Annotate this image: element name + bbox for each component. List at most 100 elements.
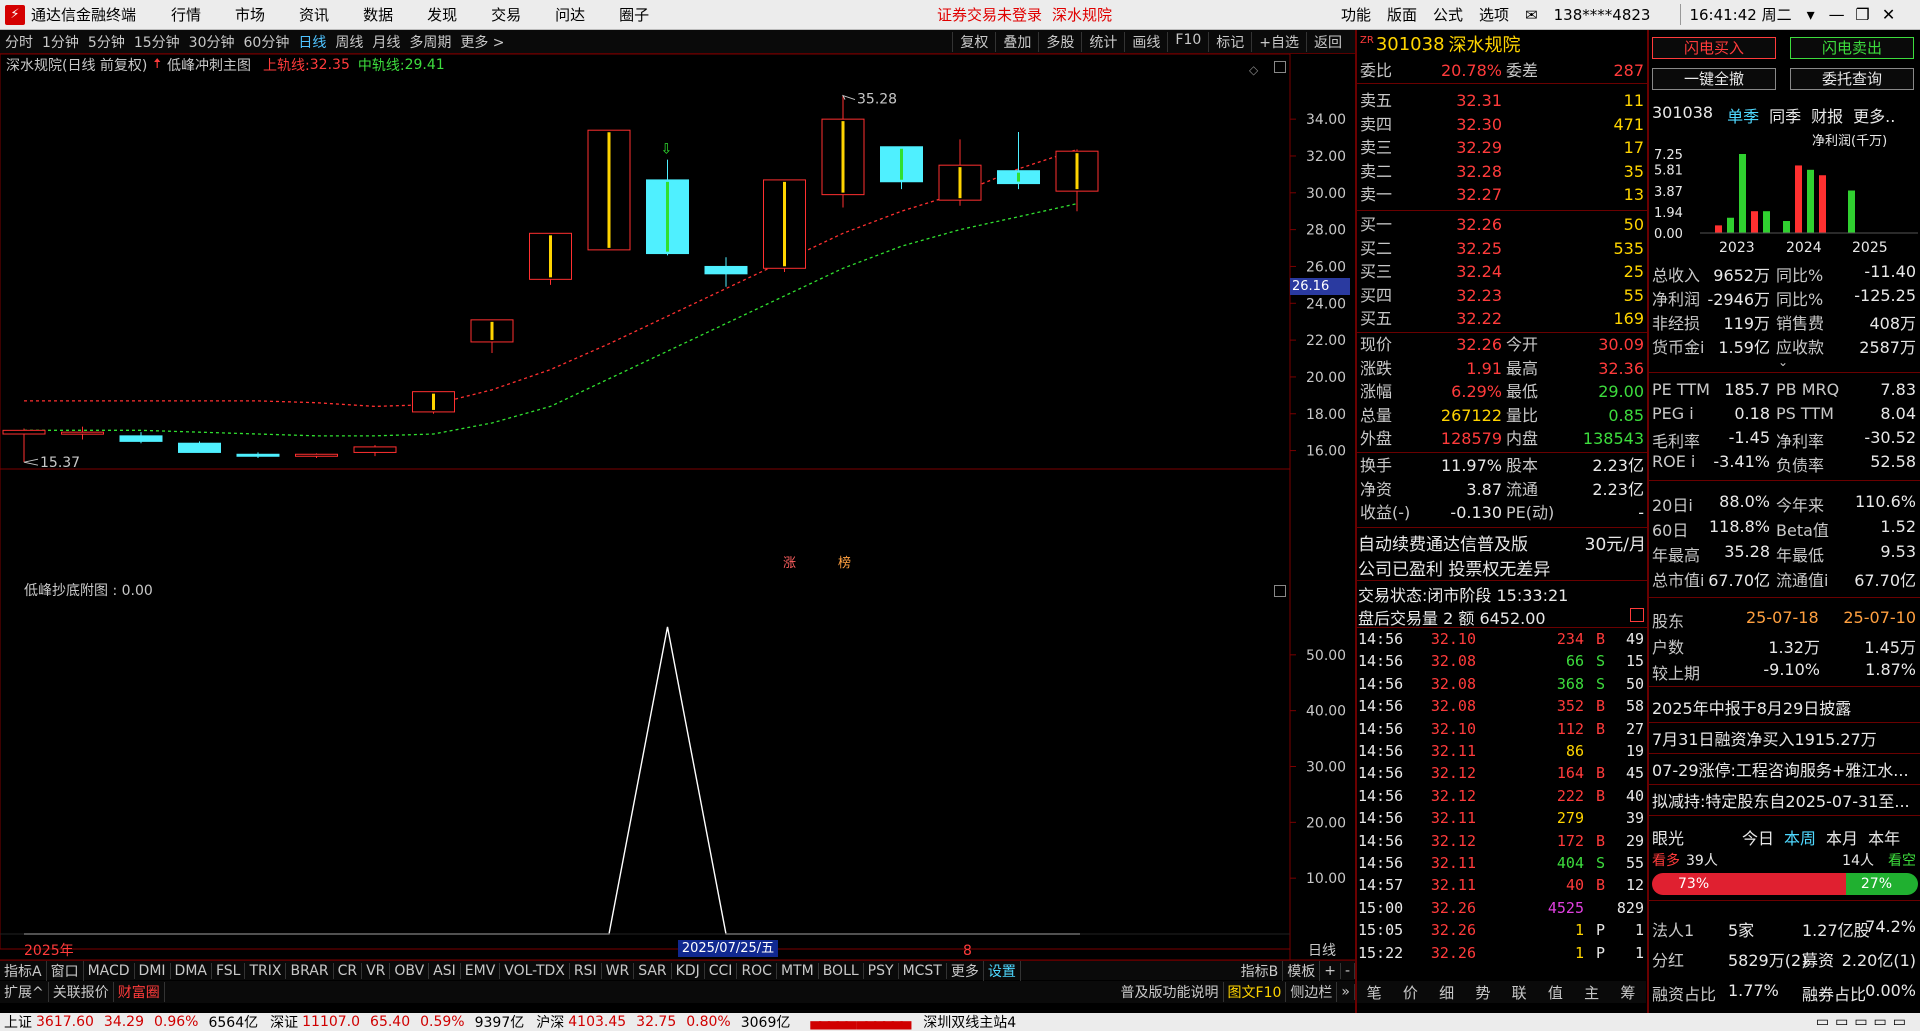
menu-news[interactable]: 资讯 bbox=[299, 4, 329, 25]
news-item-1[interactable]: 7月31日融资净买入1915.27万 bbox=[1652, 726, 1918, 750]
period-60min[interactable]: 60分钟 bbox=[244, 32, 290, 52]
minimize-icon[interactable]: — bbox=[1824, 5, 1850, 24]
period-5min[interactable]: 5分钟 bbox=[88, 32, 125, 52]
quote-tab-2[interactable]: 细 bbox=[1433, 982, 1460, 1003]
indicator-tab-13[interactable]: VOL-TDX bbox=[500, 962, 570, 979]
indicator-tab-23[interactable]: MCST bbox=[899, 962, 947, 979]
news-item-2[interactable]: 07-29涨停:工程咨询服务+雅江水... bbox=[1652, 757, 1918, 781]
flash-buy-button[interactable]: 闪电买入 bbox=[1652, 37, 1776, 59]
menu-data[interactable]: 数据 bbox=[363, 4, 393, 25]
indicator-tab-0[interactable]: 指标A bbox=[0, 960, 47, 981]
ad-price[interactable]: 30元/月 bbox=[1585, 530, 1646, 555]
indicator-tab-17[interactable]: KDJ bbox=[672, 962, 705, 979]
expand-icon[interactable] bbox=[1630, 608, 1644, 622]
indicator-tab-1[interactable]: 窗口 bbox=[47, 960, 84, 981]
indicator-tab-12[interactable]: EMV bbox=[461, 962, 501, 979]
indicator-tab-20[interactable]: MTM bbox=[777, 962, 819, 979]
eye-tab-2[interactable]: 本月 bbox=[1826, 825, 1858, 848]
news-item-3[interactable]: 拟减持:特定股东自2025-07-31至... bbox=[1652, 788, 1918, 812]
fin-tab-3[interactable]: 更多.. bbox=[1853, 103, 1895, 126]
sidebar-arrow-icon[interactable]: » bbox=[1337, 984, 1355, 1000]
fin-tab-2[interactable]: 财报 bbox=[1811, 103, 1843, 126]
menu-circle[interactable]: 圈子 bbox=[619, 4, 649, 25]
indicator-tab-25[interactable]: 设置 bbox=[984, 960, 1021, 981]
period-more[interactable]: 更多 > bbox=[460, 32, 504, 52]
quote-tab-4[interactable]: 联 bbox=[1506, 982, 1533, 1003]
quote-tab-5[interactable]: 值 bbox=[1542, 982, 1569, 1003]
menu-quotes[interactable]: 行情 bbox=[171, 4, 201, 25]
indicator-right-0[interactable]: 指标B bbox=[1237, 960, 1284, 981]
expand-chevron-icon[interactable]: ⌄ bbox=[1778, 355, 1788, 369]
ad-text[interactable]: 自动续费通达信普及版 bbox=[1358, 530, 1528, 555]
menu-options[interactable]: 选项 bbox=[1479, 4, 1509, 25]
tool-statistics[interactable]: 统计 bbox=[1081, 31, 1124, 52]
tab-sidebar[interactable]: 侧边栏 bbox=[1286, 982, 1338, 1002]
menu-ask[interactable]: 问达 bbox=[555, 4, 585, 25]
indicator-tab-2[interactable]: MACD bbox=[84, 962, 135, 979]
indicator-right-3[interactable]: - bbox=[1341, 962, 1355, 979]
stock-code[interactable]: 301038 bbox=[1376, 34, 1445, 55]
tab-expand[interactable]: 扩展^ bbox=[0, 982, 49, 1002]
eye-tab-1[interactable]: 本周 bbox=[1784, 825, 1816, 848]
period-weekly[interactable]: 周线 bbox=[335, 32, 363, 52]
indicator-tab-15[interactable]: WR bbox=[602, 962, 635, 979]
quote-tab-7[interactable]: 筹 bbox=[1614, 982, 1641, 1003]
tool-mark[interactable]: 标记 bbox=[1208, 31, 1251, 52]
stock-name[interactable]: 深水规院 bbox=[1449, 31, 1521, 57]
profit-bar-chart[interactable]: 7.255.81 3.87 1.94 0.00 2023 2024 2025 bbox=[1652, 128, 1918, 258]
period-timeshare[interactable]: 分时 bbox=[5, 32, 33, 52]
chart-diamond-icon[interactable]: ◇ bbox=[1249, 63, 1258, 77]
fin-tab-0[interactable]: 单季 bbox=[1727, 103, 1759, 126]
sh-index[interactable]: 3617.60 bbox=[36, 1014, 94, 1030]
indicator-tab-7[interactable]: BRAR bbox=[286, 962, 334, 979]
tool-restore-rights[interactable]: 复权 bbox=[952, 31, 995, 52]
tool-add-watchlist[interactable]: +自选 bbox=[1251, 31, 1306, 52]
indicator-tab-19[interactable]: ROC bbox=[737, 962, 777, 979]
period-daily[interactable]: 日线 bbox=[298, 32, 326, 52]
period-1min[interactable]: 1分钟 bbox=[42, 32, 79, 52]
tool-back[interactable]: 返回 bbox=[1306, 31, 1349, 52]
period-multi[interactable]: 多周期 bbox=[409, 32, 451, 52]
menu-discover[interactable]: 发现 bbox=[427, 4, 457, 25]
indicator-tab-5[interactable]: FSL bbox=[212, 962, 246, 979]
ad-row[interactable]: 自动续费通达信普及版 30元/月 bbox=[1358, 530, 1646, 555]
tool-multi-stock[interactable]: 多股 bbox=[1038, 31, 1081, 52]
indicator-tab-3[interactable]: DMI bbox=[135, 962, 171, 979]
indicator-tab-24[interactable]: 更多 bbox=[947, 960, 984, 981]
period-15min[interactable]: 15分钟 bbox=[134, 32, 180, 52]
menu-layout[interactable]: 版面 bbox=[1387, 4, 1417, 25]
dropdown-icon[interactable]: ▾ bbox=[1798, 5, 1824, 24]
user-account[interactable]: 138****4823 bbox=[1554, 6, 1651, 24]
indicator-tab-22[interactable]: PSY bbox=[864, 962, 899, 979]
news-item-0[interactable]: 2025年中报于8月29日披露 bbox=[1652, 695, 1918, 719]
tool-draw[interactable]: 画线 bbox=[1124, 31, 1167, 52]
menu-market[interactable]: 市场 bbox=[235, 4, 265, 25]
restore-icon[interactable]: ❐ bbox=[1850, 5, 1876, 24]
server-name[interactable]: 深圳双线主站4 bbox=[923, 1012, 1016, 1031]
quote-tab-6[interactable]: 主 bbox=[1578, 982, 1605, 1003]
hs-index[interactable]: 4103.45 bbox=[568, 1014, 626, 1030]
order-query-button[interactable]: 委托查询 bbox=[1790, 68, 1914, 90]
eye-tab-0[interactable]: 今日 bbox=[1742, 825, 1774, 848]
status-icons[interactable]: ▭▭▭▭▭ bbox=[1816, 1014, 1912, 1030]
period-30min[interactable]: 30分钟 bbox=[189, 32, 235, 52]
tool-f10[interactable]: F10 bbox=[1167, 31, 1208, 52]
login-notice[interactable]: 证券交易未登录 bbox=[937, 4, 1042, 25]
ad-text-2[interactable]: 公司已盈利 投票权无差异 bbox=[1358, 555, 1646, 580]
indicator-right-2[interactable]: + bbox=[1320, 962, 1341, 979]
indicator-tab-4[interactable]: DMA bbox=[171, 962, 212, 979]
indicator-tab-6[interactable]: TRIX bbox=[245, 962, 287, 979]
menu-trade[interactable]: 交易 bbox=[491, 4, 521, 25]
indicator-tab-11[interactable]: ASI bbox=[429, 962, 461, 979]
quote-tab-3[interactable]: 势 bbox=[1469, 982, 1496, 1003]
indicator-tab-21[interactable]: BOLL bbox=[819, 962, 864, 979]
indicator-tab-16[interactable]: SAR bbox=[634, 962, 672, 979]
tab-feature-guide[interactable]: 普及版功能说明 bbox=[1117, 982, 1224, 1002]
indicator-tab-9[interactable]: VR bbox=[362, 962, 391, 979]
mail-icon[interactable]: ✉ bbox=[1525, 6, 1538, 24]
tab-f10-graphic[interactable]: 图文F10 bbox=[1224, 982, 1287, 1002]
flash-sell-button[interactable]: 闪电卖出 bbox=[1790, 37, 1914, 59]
period-monthly[interactable]: 月线 bbox=[372, 32, 400, 52]
indicator-right-1[interactable]: 模板 bbox=[1283, 960, 1321, 981]
indicator-tab-18[interactable]: CCI bbox=[705, 962, 738, 979]
